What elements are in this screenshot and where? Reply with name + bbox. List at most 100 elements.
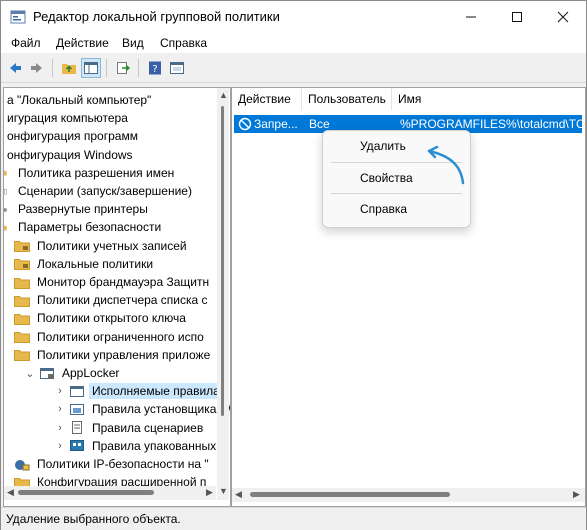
tree-item[interactable]: › Правила упакованных п: [34, 437, 229, 455]
context-menu-help[interactable]: Справка: [360, 202, 407, 216]
tree-item[interactable]: › Исполняемые правила: [34, 382, 223, 400]
menu-help[interactable]: Справка: [160, 36, 207, 50]
column-header-name[interactable]: Имя: [392, 88, 585, 110]
tree-item[interactable]: онфигурация программ: [4, 127, 141, 145]
scroll-thumb[interactable]: [250, 492, 450, 497]
gpedit-app-icon: [10, 10, 26, 24]
chevron-right-icon[interactable]: ›: [54, 385, 66, 397]
rules-script-icon: [72, 421, 82, 435]
tree-item-label: Развернутые принтеры: [18, 202, 148, 217]
scroll-left-icon[interactable]: ◀: [235, 489, 242, 500]
applocker-icon: [40, 367, 54, 379]
maximize-icon: [512, 12, 522, 22]
menu-bar: Файл Действие Вид Справка: [1, 33, 586, 53]
maximize-button[interactable]: [494, 1, 540, 33]
scroll-right-icon[interactable]: ▶: [206, 487, 213, 498]
folder-lock-icon: [14, 241, 30, 253]
column-header-user[interactable]: Пользователь: [302, 88, 392, 110]
tree-item-label: Политики открытого ключа: [37, 311, 186, 326]
console-tree-pane[interactable]: а "Локальный компьютер" игурация компьюте…: [3, 87, 231, 507]
chevron-right-icon[interactable]: ›: [54, 440, 66, 452]
tree-item[interactable]: Политики управления приложе: [14, 346, 213, 364]
app-window: Редактор локальной групповой политики Фа…: [0, 0, 587, 530]
back-arrow-icon: [10, 63, 21, 73]
tree-item[interactable]: Монитор брандмауэра Защитн: [14, 273, 212, 291]
forward-arrow-icon: [31, 63, 42, 73]
tree-item[interactable]: Развернутые принтеры: [4, 200, 151, 218]
toolbar-separator: [138, 59, 139, 77]
scroll-right-icon[interactable]: ▶: [573, 489, 580, 500]
menu-action[interactable]: Действие: [56, 36, 109, 50]
tree-item[interactable]: Политики учетных записей: [14, 237, 190, 255]
console-tree-icon: [84, 62, 98, 74]
tree-item-label: Монитор брандмауэра Защитн: [37, 275, 210, 289]
export-list-button[interactable]: [113, 58, 133, 78]
tree-item-label: Правила установщика W: [92, 402, 231, 417]
tree-item-label: Исполняемые правила: [89, 383, 223, 400]
cell-user: Все: [309, 117, 330, 131]
tree-item[interactable]: Политики IP-безопасности на ": [14, 455, 212, 473]
context-menu-delete[interactable]: Удалить: [360, 139, 406, 153]
up-level-button[interactable]: [59, 58, 79, 78]
status-text: Удаление выбранного объекта.: [6, 512, 181, 526]
toolbar-separator: [52, 59, 53, 77]
export-icon: [117, 62, 131, 74]
back-button[interactable]: [5, 58, 25, 78]
tree-horizontal-scrollbar[interactable]: ◀ ▶: [4, 486, 216, 500]
help-button[interactable]: ?: [145, 58, 165, 78]
window-title: Редактор локальной групповой политики: [33, 9, 280, 24]
details-horizontal-scrollbar[interactable]: ◀ ▶: [232, 488, 585, 502]
folder-icon: [14, 350, 30, 362]
chevron-right-icon[interactable]: ›: [54, 422, 66, 434]
rules-appx-icon: [70, 440, 84, 452]
tree-item[interactable]: › Правила сценариев: [34, 419, 206, 437]
tree-item[interactable]: › Правила установщика W: [34, 400, 231, 418]
close-button[interactable]: [540, 1, 586, 33]
tree-item-label: Правила упакованных п: [92, 438, 226, 453]
scroll-up-icon[interactable]: ▲: [219, 90, 228, 100]
scroll-down-icon[interactable]: ▼: [219, 486, 228, 496]
folder-lock-icon: [14, 259, 30, 271]
tree-item[interactable]: Политики открытого ключа: [14, 309, 189, 327]
title-bar: Редактор локальной групповой политики: [1, 1, 586, 33]
chevron-right-icon[interactable]: ›: [54, 403, 66, 415]
tree-item-label: онфигурация программ: [7, 129, 138, 144]
tree-item[interactable]: игурация компьютера: [4, 109, 131, 127]
context-menu-properties[interactable]: Свойства: [360, 171, 413, 185]
cell-action: Запре...: [254, 117, 298, 131]
folder-up-icon: [62, 64, 76, 74]
show-hide-tree-button[interactable]: [81, 58, 101, 78]
folder-icon: [14, 313, 30, 325]
tree-item[interactable]: ⌄ AppLocker: [24, 364, 122, 382]
tree-item-label: игурация компьютера: [7, 111, 128, 126]
doc-stub-icon: [4, 188, 7, 194]
menu-file[interactable]: Файл: [11, 36, 41, 50]
close-icon: [557, 11, 569, 23]
tree-item[interactable]: Локальные политики: [14, 255, 156, 273]
rules-exe-icon: [70, 385, 84, 397]
tree-vertical-scrollbar[interactable]: ▲ ▼: [217, 88, 229, 500]
tree-item-label: Политики управления приложе: [37, 347, 211, 362]
scroll-thumb[interactable]: [221, 106, 224, 416]
menu-view[interactable]: Вид: [122, 36, 144, 50]
properties-view-button[interactable]: [167, 58, 187, 78]
tree-item[interactable]: Параметры безопасности: [4, 218, 164, 236]
tree-item[interactable]: Политики ограниченного испо: [14, 328, 207, 346]
chevron-down-icon[interactable]: ⌄: [24, 367, 36, 380]
status-bar: Удаление выбранного объекта.: [1, 507, 586, 530]
tree-item[interactable]: Политика разрешения имен: [4, 164, 177, 182]
toolbar: ?: [1, 54, 586, 83]
column-header-action[interactable]: Действие: [232, 88, 302, 110]
tree-item[interactable]: онфигурация Windows: [4, 146, 136, 164]
minimize-button[interactable]: [448, 1, 494, 33]
tree-item[interactable]: а "Локальный компьютер": [4, 91, 154, 109]
tree-item-label: Сценарии (запуск/завершение): [18, 184, 192, 198]
tree-item-label: Правила сценариев: [92, 420, 204, 435]
tree-item[interactable]: Политики диспетчера списка с: [14, 291, 211, 309]
scroll-left-icon[interactable]: ◀: [7, 487, 14, 498]
cell-name: %PROGRAMFILES%\totalcmd\TCM: [400, 117, 586, 131]
svg-text:?: ?: [152, 64, 157, 75]
tree-item[interactable]: Сценарии (запуск/завершение): [4, 182, 195, 200]
scroll-thumb[interactable]: [18, 490, 154, 495]
forward-button[interactable]: [27, 58, 47, 78]
